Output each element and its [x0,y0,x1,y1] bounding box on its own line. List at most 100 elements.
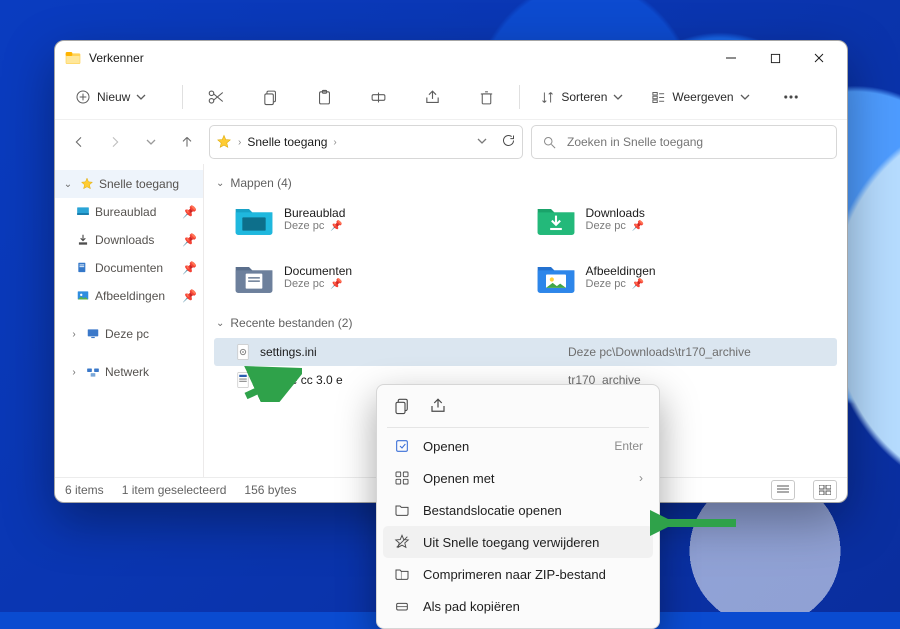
ctx-shortcut: Enter [614,439,643,453]
status-size: 156 bytes [244,483,296,497]
ctx-remove-quick-access[interactable]: Uit Snelle toegang verwijderen [383,526,653,558]
copy-icon [262,89,279,106]
folder-downloads-icon [536,201,576,237]
address-row: › Snelle toegang › [55,120,847,164]
folder-name: Downloads [586,206,645,220]
forward-button[interactable] [101,128,129,156]
sidebar-item-label: Documenten [95,261,178,275]
sidebar-item-documents[interactable]: Documenten 📌 [55,254,203,282]
copy-icon [393,397,411,415]
folder-icon [393,501,411,519]
refresh-button[interactable] [501,133,516,151]
ctx-open-location[interactable]: Bestandslocatie openen [383,494,653,526]
share-icon [424,89,441,106]
new-button[interactable]: Nieuw [63,80,158,114]
search-box[interactable] [531,125,837,159]
folder-desktop-icon [234,201,274,237]
chevron-right-icon[interactable]: › [67,329,81,340]
chevron-down-icon[interactable]: ⌄ [216,178,224,189]
folder-name: Afbeeldingen [586,264,656,278]
sidebar-item-quick-access[interactable]: ⌄ Snelle toegang [55,170,203,198]
sidebar-item-label: Netwerk [105,365,197,379]
pin-icon: 📌 [182,233,197,247]
status-item-count: 6 items [65,483,104,497]
documents-icon [75,260,91,276]
ctx-share-button[interactable] [427,395,449,417]
sort-button[interactable]: Sorteren [528,80,635,114]
group-header-recent[interactable]: ⌄ Recente bestanden (2) [216,316,837,330]
maximize-button[interactable] [753,43,797,73]
ctx-label: Comprimeren naar ZIP-bestand [423,567,643,582]
group-label: Mappen (4) [230,176,291,190]
ctx-open[interactable]: Openen Enter [383,430,653,462]
copy-button[interactable] [245,80,295,114]
sidebar-item-this-pc[interactable]: › Deze pc [55,320,203,348]
back-button[interactable] [65,128,93,156]
ctx-open-with[interactable]: Openen met › [383,462,653,494]
rename-button[interactable] [353,80,403,114]
address-bar[interactable]: › Snelle toegang › [209,125,523,159]
folder-name: Bureaublad [284,206,345,220]
close-button[interactable] [797,43,841,73]
view-button[interactable]: Weergeven [639,80,761,114]
share-button[interactable] [407,80,457,114]
paste-button[interactable] [299,80,349,114]
group-header-folders[interactable]: ⌄ Mappen (4) [216,176,837,190]
delete-button[interactable] [461,80,511,114]
titlebar[interactable]: Verkenner [55,41,847,75]
explorer-icon [65,50,81,66]
pin-icon: 📌 [632,279,644,290]
search-input[interactable] [565,134,826,150]
ctx-compress-zip[interactable]: Comprimeren naar ZIP-bestand [383,558,653,590]
breadcrumb-quick-access[interactable]: Snelle toegang [247,135,327,149]
sidebar-item-desktop[interactable]: Bureaublad 📌 [55,198,203,226]
chevron-down-icon[interactable]: ⌄ [216,318,224,329]
desktop-icon [75,204,91,220]
up-button[interactable] [173,128,201,156]
zip-icon [393,565,411,583]
folder-sub: Deze pc [284,278,324,290]
pc-icon [85,326,101,342]
navigation-pane[interactable]: ⌄ Snelle toegang Bureaublad 📌 Downloads … [55,164,204,477]
folder-pictures-icon [536,259,576,295]
open-with-icon [393,469,411,487]
trash-icon [478,89,495,106]
clipboard-icon [316,89,333,106]
file-row-settings[interactable]: settings.ini Deze pc\Downloads\tr170_arc… [214,338,837,366]
address-dropdown[interactable] [477,135,487,149]
recent-dropdown[interactable] [137,128,165,156]
sidebar-item-downloads[interactable]: Downloads 📌 [55,226,203,254]
minimize-button[interactable] [709,43,753,73]
context-action-row [383,391,653,425]
folder-name: Documenten [284,264,352,278]
folder-tile-desktop[interactable]: BureaubladDeze pc📌 [234,198,536,240]
sidebar-item-pictures[interactable]: Afbeeldingen 📌 [55,282,203,310]
new-split[interactable] [162,80,174,114]
plus-circle-icon [75,89,91,105]
view-label: Weergeven [672,90,733,104]
pin-icon: 📌 [632,221,644,232]
ctx-label: Uit Snelle toegang verwijderen [423,535,643,550]
chevron-right-icon[interactable]: › [67,367,81,378]
file-path: Deze pc\Downloads\tr170_archive [568,345,837,359]
folder-tile-pictures[interactable]: AfbeeldingenDeze pc📌 [536,256,838,298]
group-label: Recente bestanden (2) [230,316,352,330]
chevron-down-icon[interactable]: ⌄ [61,179,75,190]
window-title: Verkenner [89,51,144,65]
details-view-button[interactable] [771,480,795,500]
cut-button[interactable] [191,80,241,114]
ctx-copy-button[interactable] [391,395,413,417]
pin-icon: 📌 [330,279,342,290]
scissors-icon [207,88,225,106]
more-icon [782,88,800,106]
ctx-copy-path[interactable]: Als pad kopiëren [383,590,653,622]
share-icon [429,397,447,415]
sidebar-item-network[interactable]: › Netwerk [55,358,203,386]
folder-tile-downloads[interactable]: DownloadsDeze pc📌 [536,198,838,240]
more-button[interactable] [766,80,816,114]
sidebar-item-label: Bureaublad [95,205,178,219]
ctx-label: Als pad kopiëren [423,599,643,614]
folder-tile-documents[interactable]: DocumentenDeze pc 📌 [234,256,536,298]
star-icon [216,134,232,150]
thumbnails-view-button[interactable] [813,480,837,500]
